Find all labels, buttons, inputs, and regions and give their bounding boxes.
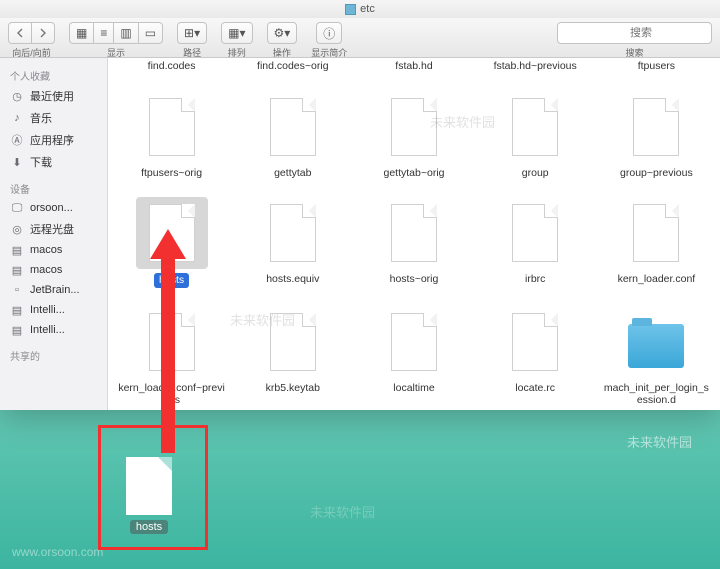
folder-icon	[628, 324, 684, 368]
sidebar-item-jetbrain[interactable]: ▫JetBrain...	[0, 280, 107, 300]
search-group: 搜索	[557, 22, 712, 59]
clock-icon: ◷	[10, 89, 24, 103]
arrow-line	[161, 257, 175, 453]
sidebar-item-intelli1[interactable]: ▤Intelli...	[0, 300, 107, 320]
view-column-button[interactable]: ▥	[113, 22, 137, 44]
disk-icon: ▤	[10, 303, 24, 317]
file-icon	[270, 313, 316, 371]
file-item[interactable]: find.codes~orig	[235, 58, 350, 75]
file-icon	[149, 98, 195, 156]
annotation-arrow	[161, 257, 175, 453]
disk-icon: ▤	[10, 323, 24, 337]
file-item[interactable]: hosts.equiv	[235, 195, 350, 290]
file-item[interactable]: group	[478, 89, 593, 182]
window-title: etc	[360, 3, 375, 15]
back-button[interactable]	[8, 22, 31, 44]
file-icon	[512, 204, 558, 262]
info-button[interactable]: ⓘ	[316, 22, 342, 44]
devices-header: 设备	[0, 177, 107, 198]
doc-icon: ▫	[10, 283, 24, 297]
action-group: ⚙▾ 操作	[267, 22, 298, 59]
file-item[interactable]: find.codes	[114, 58, 229, 75]
action-button[interactable]: ⚙▾	[267, 22, 298, 44]
apps-icon: Ⓐ	[10, 133, 24, 147]
disc-icon: ◎	[10, 222, 24, 236]
arrange-group: ▦▾ 排列	[221, 22, 252, 59]
path-button[interactable]: ⊞▾	[177, 22, 207, 44]
sidebar-item-orsoon[interactable]: 🖵orsoon...	[0, 198, 107, 218]
disk-icon: ▤	[10, 263, 24, 277]
file-item[interactable]: ftpusers	[599, 58, 714, 75]
watermark: www.orsoon.com	[12, 545, 103, 559]
sidebar-item-intelli2[interactable]: ▤Intelli...	[0, 320, 107, 340]
favorites-header: 个人收藏	[0, 64, 107, 85]
sidebar: 个人收藏 ◷最近使用 ♪音乐 Ⓐ应用程序 ⬇下载 设备 🖵orsoon... ◎…	[0, 58, 108, 410]
file-icon	[270, 98, 316, 156]
view-icon-button[interactable]: ▦	[69, 22, 93, 44]
music-icon: ♪	[10, 111, 24, 125]
info-group: ⓘ 显示简介	[311, 22, 347, 59]
toolbar: 向后/向前 ▦ ≡ ▥ ▭ 显示 ⊞▾ 路径 ▦▾ 排列 ⚙▾ 操作 ⓘ 显示简…	[0, 18, 720, 58]
monitor-icon: 🖵	[10, 201, 24, 215]
sidebar-item-remote-disc[interactable]: ◎远程光盘	[0, 218, 107, 240]
file-item[interactable]: localtime	[356, 304, 471, 409]
shared-header: 共享的	[0, 344, 107, 365]
file-item[interactable]: fstab.hd~previous	[478, 58, 593, 75]
file-icon	[391, 98, 437, 156]
forward-button[interactable]	[31, 22, 55, 44]
file-item-folder[interactable]: mach_init_per_login_session.d	[599, 304, 714, 409]
nav-group: 向后/向前	[8, 22, 55, 59]
folder-title-icon	[345, 4, 356, 15]
search-field[interactable]	[557, 22, 712, 44]
file-item[interactable]: group~previous	[599, 89, 714, 182]
file-icon	[633, 98, 679, 156]
watermark: 未来软件园	[310, 502, 375, 521]
sidebar-item-macos2[interactable]: ▤macos	[0, 260, 107, 280]
sidebar-item-music[interactable]: ♪音乐	[0, 107, 107, 129]
file-item[interactable]: kern_loader.conf	[599, 195, 714, 290]
arrange-button[interactable]: ▦▾	[221, 22, 252, 44]
download-icon: ⬇	[10, 155, 24, 169]
file-icon	[512, 313, 558, 371]
file-icon	[270, 204, 316, 262]
finder-window: etc 向后/向前 ▦ ≡ ▥ ▭ 显示 ⊞▾ 路径 ▦▾ 排列	[0, 0, 720, 410]
sidebar-item-macos1[interactable]: ▤macos	[0, 240, 107, 260]
sidebar-item-apps[interactable]: Ⓐ应用程序	[0, 129, 107, 151]
file-item[interactable]: ftpusers~orig	[114, 89, 229, 182]
view-group: ▦ ≡ ▥ ▭ 显示	[69, 22, 163, 59]
file-item[interactable]: krb5.keytab	[235, 304, 350, 409]
search-input[interactable]	[570, 27, 712, 39]
file-grid[interactable]: find.codes find.codes~orig fstab.hd fsta…	[108, 58, 720, 410]
file-item[interactable]: gettytab	[235, 89, 350, 182]
file-item[interactable]: hosts~orig	[356, 195, 471, 290]
file-icon	[391, 204, 437, 262]
annotation-highlight-box	[98, 425, 208, 550]
disk-icon: ▤	[10, 243, 24, 257]
view-gallery-button[interactable]: ▭	[138, 22, 163, 44]
file-icon	[633, 204, 679, 262]
path-group: ⊞▾ 路径	[177, 22, 207, 59]
sidebar-item-recent[interactable]: ◷最近使用	[0, 85, 107, 107]
file-item[interactable]: gettytab~orig	[356, 89, 471, 182]
file-icon	[391, 313, 437, 371]
window-titlebar: etc	[0, 0, 720, 18]
window-body: 个人收藏 ◷最近使用 ♪音乐 Ⓐ应用程序 ⬇下载 设备 🖵orsoon... ◎…	[0, 58, 720, 410]
watermark: 未来软件园	[627, 432, 692, 451]
sidebar-item-downloads[interactable]: ⬇下载	[0, 151, 107, 173]
arrow-head-icon	[150, 229, 186, 259]
file-item[interactable]: fstab.hd	[356, 58, 471, 75]
view-list-button[interactable]: ≡	[93, 22, 113, 44]
file-item[interactable]: irbrc	[478, 195, 593, 290]
file-icon	[512, 98, 558, 156]
file-item[interactable]: locate.rc	[478, 304, 593, 409]
